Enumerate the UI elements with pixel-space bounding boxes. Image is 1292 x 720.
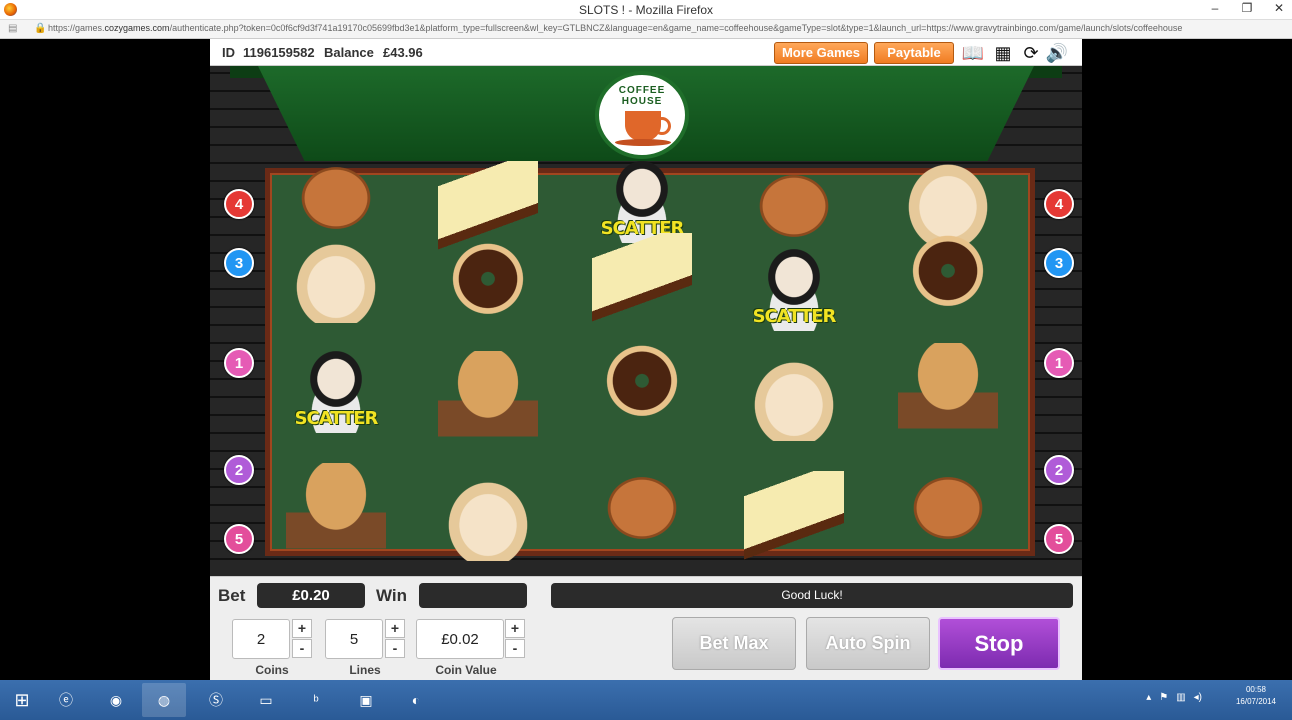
donut-symbol (438, 241, 538, 331)
coin-value-label: Coin Value (435, 663, 497, 677)
bet-display: £0.20 (257, 583, 365, 608)
book-icon[interactable]: 📖 (960, 42, 986, 64)
skype-icon[interactable]: Ⓢ (194, 683, 238, 717)
coin-value-minus-button[interactable]: - (505, 639, 525, 658)
coins-value: 2 (232, 619, 290, 659)
croissant-symbol (744, 351, 844, 441)
refresh-icon[interactable]: ⟳ (1018, 42, 1044, 64)
logo-text: COFFEE HOUSE (618, 85, 666, 107)
cake-symbol (438, 161, 538, 251)
cookie-symbol (286, 153, 386, 243)
coin-value-plus-button[interactable]: + (505, 619, 525, 638)
auto-spin-button[interactable]: Auto Spin (806, 617, 930, 670)
minimize-button[interactable]: – (1206, 1, 1224, 15)
lines-plus-button[interactable]: + (385, 619, 405, 638)
clock-time: 00:58 (1245, 685, 1266, 694)
muffin-symbol (898, 343, 998, 433)
app-icon[interactable]: ▭ (244, 683, 288, 717)
payline-right-3[interactable]: 3 (1044, 248, 1074, 278)
scatter-label: SCATTER (294, 408, 379, 429)
payline-right-5[interactable]: 5 (1044, 524, 1074, 554)
stop-button[interactable]: Stop (938, 617, 1060, 670)
payline-left-3[interactable]: 3 (224, 248, 254, 278)
game-topbar: ID 1196159582 Balance £43.96 More Games … (210, 39, 1082, 66)
clock-date: 16/07/2014 (1235, 697, 1276, 706)
window-title: SLOTS ! - Mozilla Firefox (578, 3, 714, 17)
tray-arrow-icon[interactable]: ▴ (1146, 692, 1151, 703)
donut-symbol (592, 343, 692, 433)
coffee-cup-icon (625, 111, 671, 141)
system-clock[interactable]: 00:58 16/07/2014 (1236, 684, 1276, 708)
restore-button[interactable]: ❐ (1238, 1, 1256, 15)
croissant-symbol (286, 233, 386, 323)
slot-game: ID 1196159582 Balance £43.96 More Games … (210, 39, 1082, 680)
payline-left-4[interactable]: 4 (224, 189, 254, 219)
payline-left-2[interactable]: 2 (224, 455, 254, 485)
donut-symbol (898, 233, 998, 323)
payline-right-4[interactable]: 4 (1044, 189, 1074, 219)
lines-value: 5 (325, 619, 383, 659)
reels-area: SCATTER SCATTER SCATTER (265, 153, 1035, 561)
scatter-label: SCATTER (752, 306, 837, 327)
paytable-button[interactable]: Paytable (874, 42, 954, 64)
payline-right-1[interactable]: 1 (1044, 348, 1074, 378)
bet-label: Bet (218, 586, 246, 605)
cookie-symbol (744, 161, 844, 251)
cookie-symbol (898, 463, 998, 553)
scatter-symbol: SCATTER (286, 343, 386, 433)
cake-symbol (592, 233, 692, 323)
chrome-icon[interactable]: ◉ (94, 683, 138, 717)
id-label: ID (222, 45, 235, 60)
system-tray[interactable]: ▴ ⚑ ▥ ◂) (1146, 692, 1202, 703)
scatter-symbol: SCATTER (592, 153, 692, 243)
croissant-symbol (898, 153, 998, 243)
more-games-button[interactable]: More Games (774, 42, 868, 64)
cookie-symbol (592, 463, 692, 553)
url-bar[interactable]: ▤ 🔒 https://games.cozygames.com/authenti… (0, 20, 1292, 39)
close-button[interactable]: ✕ (1270, 1, 1288, 15)
volume-icon[interactable]: ◂) (1194, 692, 1202, 703)
win-label: Win (376, 586, 408, 605)
balance-value: £43.96 (383, 45, 423, 60)
firefox-taskbar-icon[interactable]: ◍ (142, 683, 186, 717)
muffin-symbol (438, 351, 538, 441)
scatter-symbol: SCATTER (744, 241, 844, 331)
lines-minus-button[interactable]: - (385, 639, 405, 658)
bet-max-button[interactable]: Bet Max (672, 617, 796, 670)
url-text[interactable]: https://games.cozygames.com/authenticate… (48, 23, 1288, 33)
coins-plus-button[interactable]: + (292, 619, 312, 638)
cake-symbol (744, 471, 844, 561)
id-value: 1196159582 (243, 45, 315, 60)
sound-icon[interactable]: 🔊 (1044, 42, 1070, 64)
windows-start-icon[interactable]: ⊞ (0, 683, 44, 717)
saucer-shape (615, 139, 671, 146)
network-icon[interactable]: ▥ (1176, 692, 1185, 703)
message-display: Good Luck! (551, 583, 1073, 608)
lock-icon[interactable]: 🔒 (34, 23, 46, 34)
payline-left-5[interactable]: 5 (224, 524, 254, 554)
app-icon-2[interactable]: ◐ (394, 683, 438, 717)
muffin-symbol (286, 463, 386, 553)
coins-label: Coins (255, 663, 289, 677)
site-identity-icon[interactable]: ▤ (8, 23, 18, 35)
cp-icon[interactable]: ▣ (344, 683, 388, 717)
coins-minus-button[interactable]: - (292, 639, 312, 658)
flag-icon[interactable]: ⚑ (1159, 692, 1168, 703)
lines-label: Lines (349, 663, 381, 677)
payline-left-1[interactable]: 1 (224, 348, 254, 378)
win-display (419, 583, 527, 608)
windows-taskbar: ⊞ ⓔ ◉ ◍ Ⓢ ▭ ᵇ ▣ ◐ ▴ ⚑ ▥ ◂) 00:58 16/07/2… (0, 680, 1292, 720)
bing-icon[interactable]: ᵇ (294, 683, 338, 717)
payline-right-2[interactable]: 2 (1044, 455, 1074, 485)
window-titlebar: SLOTS ! - Mozilla Firefox – ❐ ✕ (0, 0, 1292, 20)
coffee-house-logo: COFFEE HOUSE (595, 71, 689, 159)
coin-value-value: £0.02 (416, 619, 504, 659)
ie-icon[interactable]: ⓔ (44, 683, 88, 717)
calculator-icon[interactable]: ▦ (990, 42, 1016, 64)
balance-label: Balance (324, 45, 374, 60)
croissant-symbol (438, 471, 538, 561)
